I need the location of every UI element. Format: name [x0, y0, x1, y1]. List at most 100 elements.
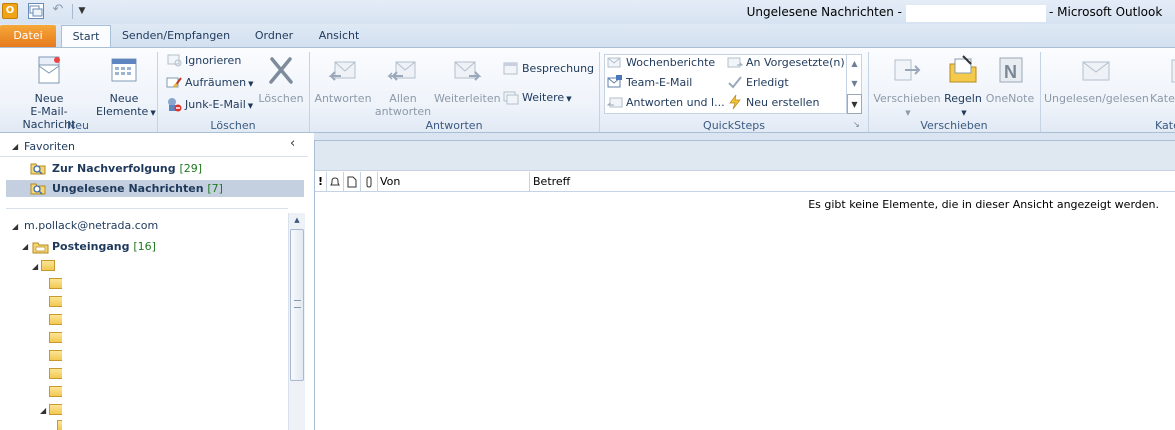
column-betreff[interactable]: Betreff	[530, 172, 1175, 192]
reply-button[interactable]: Antworten	[312, 54, 374, 105]
move-label: Verschieben	[873, 92, 941, 105]
rules-label: Regeln	[944, 92, 982, 105]
attachment-column-icon[interactable]	[361, 172, 378, 192]
checkmark-icon	[727, 74, 743, 90]
column-von[interactable]: Von	[378, 172, 530, 192]
meeting-button[interactable]: Besprechung	[503, 60, 594, 78]
navigation-pane: ◢ Favoriten ‹ Zur Nachverfolgung [29] Un…	[0, 133, 314, 430]
nav-divider	[6, 208, 288, 209]
search-bar-area[interactable]	[315, 141, 1175, 171]
rules-button[interactable]: Regeln ▼	[942, 54, 984, 120]
quickstep-erledigt[interactable]: Erledigt	[727, 74, 789, 92]
forward-label: Weiterleiten	[434, 92, 501, 105]
categorize-button[interactable]: Kate	[1150, 54, 1175, 105]
reply-all-button[interactable]: Allen antworten	[374, 54, 432, 118]
reminder-column-icon[interactable]	[327, 172, 344, 192]
favorites-header[interactable]: ◢ Favoriten ‹	[0, 133, 308, 157]
more-reply-button[interactable]: Weitere ▼	[503, 89, 572, 107]
ignore-button[interactable]: Ignorieren	[166, 52, 241, 70]
folder-icon[interactable]	[49, 278, 63, 289]
dropdown-caret-icon: ▼	[566, 95, 572, 103]
redacted-region	[62, 256, 230, 430]
folder-icon[interactable]	[49, 368, 63, 379]
importance-column-icon[interactable]: !	[315, 172, 327, 192]
more-reply-icon	[503, 89, 519, 105]
folder-icon[interactable]	[49, 332, 63, 343]
quickstep-an-vorgesetzte[interactable]: An Vorgesetzte(n)	[727, 54, 845, 72]
categorize-icon	[1158, 54, 1175, 86]
quickstep-team-email[interactable]: Team-E-Mail	[607, 74, 692, 92]
expand-triangle-icon[interactable]: ◢	[40, 406, 46, 415]
group-separator	[1040, 52, 1041, 132]
forward-envelope-icon	[727, 54, 743, 70]
window-title-suffix: - Microsoft Outlook	[1049, 5, 1163, 19]
ignore-label: Ignorieren	[185, 54, 242, 67]
delete-button[interactable]: Löschen	[258, 54, 304, 105]
new-email-icon	[33, 54, 65, 86]
folder-icon[interactable]	[41, 260, 55, 271]
favorite-label: Zur Nachverfolgung	[52, 162, 176, 175]
dropdown-caret-icon: ▼	[961, 109, 967, 117]
collapse-triangle-icon[interactable]: ◢	[12, 142, 18, 151]
quicksteps-more-icon[interactable]: ▼	[847, 94, 862, 114]
item-type-column-icon[interactable]	[344, 172, 361, 192]
ribbon: Neue E-Mail-Nachricht Neue Elemente ▼ Neu…	[0, 47, 1175, 133]
delete-label: Löschen	[258, 92, 304, 105]
cleanup-button[interactable]: Aufräumen ▼	[166, 74, 253, 92]
nav-scrollbar[interactable]: ▲	[288, 213, 305, 430]
dropdown-caret-icon: ▼	[248, 80, 254, 88]
onenote-label: OneNote	[985, 92, 1035, 105]
move-button[interactable]: Verschieben ▼	[872, 54, 942, 120]
forward-button[interactable]: Weiterleiten	[434, 54, 501, 105]
expand-triangle-icon[interactable]: ◢	[32, 262, 38, 271]
quicksteps-scroll-down-icon[interactable]: ▼	[847, 74, 862, 94]
search-folder-icon	[30, 181, 46, 195]
junk-email-label: Junk-E-Mail	[185, 98, 246, 111]
scroll-up-icon[interactable]: ▲	[289, 213, 305, 227]
lightning-new-icon	[727, 94, 743, 110]
tab-ansicht[interactable]: Ansicht	[310, 25, 368, 48]
favorite-ungelesene-nachrichten[interactable]: Ungelesene Nachrichten [7]	[6, 180, 304, 197]
inbox-label: Posteingang	[52, 240, 130, 253]
folder-icon[interactable]	[49, 404, 63, 415]
reply-all-label-2: antworten	[374, 105, 432, 118]
quickstep-label: Neu erstellen	[746, 96, 820, 109]
tab-start[interactable]: Start	[61, 25, 111, 48]
unread-read-button[interactable]: Ungelesen/gelesen	[1044, 54, 1149, 105]
new-items-button[interactable]: Neue Elemente ▼	[96, 54, 156, 120]
folder-icon[interactable]	[49, 350, 63, 361]
quickstep-neu-erstellen[interactable]: Neu erstellen	[727, 94, 819, 112]
folder-icon[interactable]	[49, 296, 63, 307]
quicksteps-dialog-launcher-icon[interactable]: ↘	[853, 116, 860, 134]
junk-email-button[interactable]: Junk-E-Mail ▼	[166, 96, 253, 114]
unread-read-label: Ungelesen/gelesen	[1044, 92, 1149, 105]
favorite-zur-nachverfolgung[interactable]: Zur Nachverfolgung [29]	[6, 160, 304, 177]
scrollbar-thumb[interactable]	[290, 229, 304, 381]
account-label[interactable]: m.pollack@netrada.com	[24, 219, 158, 232]
team-email-icon	[607, 74, 623, 90]
junk-email-icon	[166, 96, 182, 112]
onenote-icon: N	[994, 54, 1026, 86]
tab-datei[interactable]: Datei	[0, 25, 56, 48]
onenote-button[interactable]: N OneNote	[984, 54, 1036, 105]
tab-ordner[interactable]: Ordner	[245, 25, 303, 48]
expand-triangle-icon[interactable]: ◢	[22, 242, 28, 251]
reply-delete-icon	[607, 94, 623, 110]
new-items-label-1: Neue	[109, 92, 139, 105]
collapse-nav-pane-icon[interactable]: ‹	[290, 136, 295, 151]
quicksteps-scroll-up-icon[interactable]: ▲	[847, 54, 862, 74]
quickstep-wochenberichte[interactable]: Wochenberichte	[607, 54, 715, 72]
expand-triangle-icon[interactable]: ◢	[12, 222, 18, 231]
folder-icon[interactable]	[49, 386, 63, 397]
new-email-label-1: Neue	[34, 92, 64, 105]
favorite-label: Ungelesene Nachrichten	[52, 182, 204, 195]
new-items-label-2: Elemente	[96, 105, 149, 118]
inbox-folder[interactable]: Posteingang [16]	[52, 240, 156, 253]
cleanup-label: Aufräumen	[185, 76, 247, 89]
reply-icon	[327, 54, 359, 86]
folder-icon[interactable]	[49, 314, 63, 325]
tab-senden-empfangen[interactable]: Senden/Empfangen	[118, 25, 234, 48]
favorites-header-label: Favoriten	[24, 140, 75, 153]
quickstep-antworten-und-loeschen[interactable]: Antworten und l...	[607, 94, 725, 112]
rules-icon	[947, 54, 979, 86]
